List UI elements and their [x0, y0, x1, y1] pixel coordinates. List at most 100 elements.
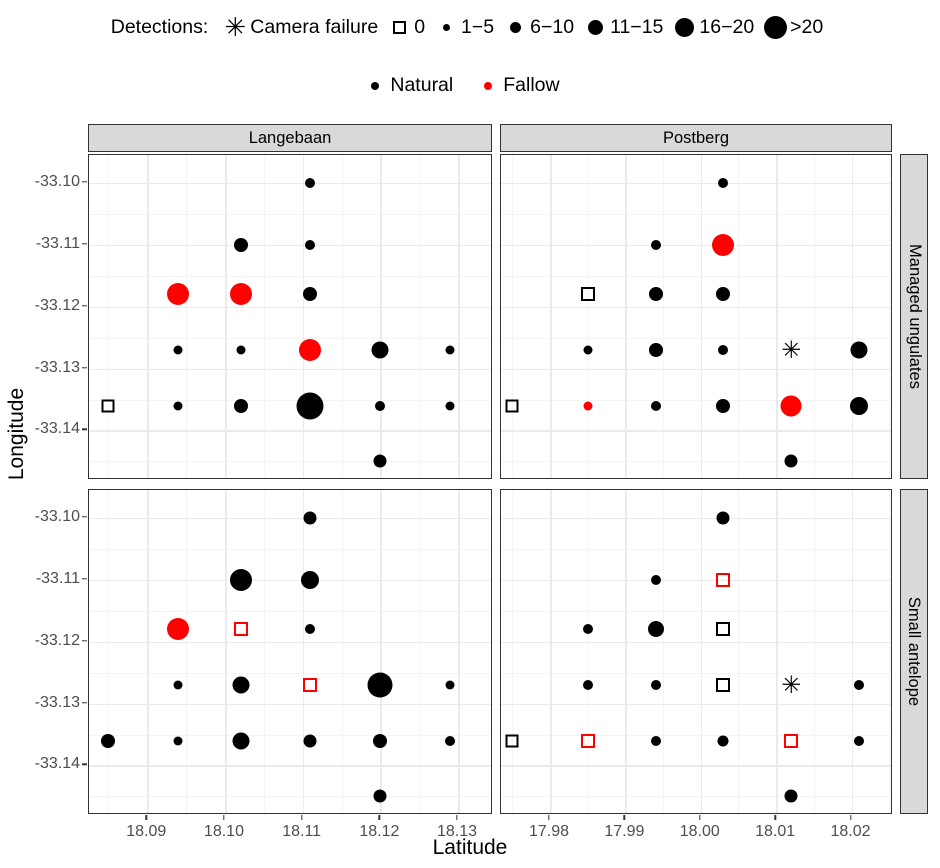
gridline-minor-horizontal [89, 337, 491, 339]
data-point-zero-square [505, 399, 519, 413]
gridline-minor-horizontal [89, 275, 491, 277]
data-point-circle [650, 680, 661, 690]
x-tick-label: 18.12 [359, 823, 400, 840]
gridline-major-horizontal [501, 306, 891, 309]
x-tick-label: 18.02 [830, 823, 871, 840]
x-tick-label: 18.09 [126, 823, 167, 840]
legend-size-item: 0 [384, 16, 431, 39]
data-point-circle [716, 398, 731, 413]
gridline-minor-horizontal [89, 610, 491, 612]
gridline-minor-horizontal [501, 610, 891, 612]
detections-dot-icon [500, 22, 530, 33]
gridline-minor-horizontal [89, 399, 491, 401]
gridline-major-horizontal [501, 182, 891, 185]
gridline-minor-horizontal [89, 734, 491, 736]
detections-dot-icon [431, 24, 461, 31]
data-point-circle [229, 568, 252, 591]
y-tick-label: -33.11 [35, 569, 80, 587]
gridline-minor-horizontal [89, 548, 491, 550]
gridline-major-horizontal [501, 244, 891, 247]
y-tick-mark [82, 243, 87, 245]
data-point-circle [716, 511, 730, 525]
gridline-major-horizontal [501, 368, 891, 371]
x-tick-mark [145, 815, 147, 820]
data-point-zero-square [233, 622, 248, 637]
gridline-minor-horizontal [501, 796, 891, 798]
x-tick-label: 17.98 [528, 823, 570, 840]
data-point-circle [375, 400, 386, 411]
data-point-circle [784, 454, 798, 468]
x-tick-mark [849, 815, 852, 820]
gridline-major-horizontal [501, 430, 891, 433]
gridline-major-horizontal [89, 703, 491, 706]
data-point-circle [445, 680, 455, 690]
species-origin-legend: Natural Fallow [0, 74, 940, 97]
panel-postberg-1: ✳ [500, 489, 892, 814]
detections-dot-icon [760, 16, 790, 39]
data-point-zero-square [716, 572, 731, 587]
data-point-circle [173, 680, 183, 690]
legend-size-item: >20 [760, 16, 829, 39]
data-point-zero-square [505, 734, 519, 748]
data-point-circle [850, 341, 868, 359]
data-point-circle [583, 345, 593, 355]
data-point-circle [101, 733, 116, 748]
gridline-minor-horizontal [89, 796, 491, 798]
data-point-circle [650, 574, 661, 585]
gridline-minor-horizontal [501, 734, 891, 736]
x-tick-label: 17.99 [604, 823, 645, 840]
data-point-circle [445, 345, 455, 355]
y-tick-mark [82, 639, 87, 642]
gridline-major-horizontal [501, 765, 891, 768]
data-point-circle [232, 732, 249, 750]
data-point-circle [173, 401, 183, 411]
legend-size-label: 0 [414, 16, 426, 38]
gridline-major-horizontal [89, 306, 491, 309]
data-point-circle [854, 680, 865, 690]
legend-size-label: Camera failure [250, 16, 379, 38]
legend-size-item: 11−15 [580, 16, 669, 39]
legend-size-items: ✳ Camera failure 0 1−5 6−10 11−15 16−20 >20 [220, 15, 829, 41]
x-tick-mark [378, 815, 381, 820]
zero-detections-square-icon [384, 21, 414, 34]
detections-dot-icon [580, 20, 610, 35]
x-tick-mark [223, 815, 225, 820]
gridline-minor-horizontal [501, 672, 891, 674]
gridline-major-horizontal [89, 244, 491, 247]
data-point-circle [648, 343, 663, 357]
data-point-circle [445, 401, 455, 411]
facet-col-strip-postberg: Postberg [500, 124, 892, 152]
x-tick-label: 18.01 [755, 823, 796, 840]
gridline-major-horizontal [501, 517, 891, 520]
data-point-camera-failure-star: ✳ [781, 671, 802, 699]
y-tick-mark [82, 578, 87, 580]
data-point-circle [650, 239, 661, 250]
legend-size-label: 6−10 [530, 16, 575, 38]
legend-title: Detections: [110, 16, 209, 38]
gridline-minor-horizontal [501, 275, 891, 277]
data-point-circle [850, 396, 869, 415]
data-point-zero-square [716, 678, 731, 692]
gridline-major-horizontal [89, 765, 491, 768]
data-point-circle [229, 283, 252, 306]
x-tick-mark [300, 815, 303, 820]
legend-color-item: Natural [360, 74, 459, 97]
gridline-minor-horizontal [89, 461, 491, 463]
y-tick-label: -33.12 [34, 631, 80, 649]
panel-langebaan-0 [88, 154, 492, 479]
gridline-major-horizontal [501, 641, 891, 644]
data-point-circle [716, 287, 731, 302]
gridline-minor-horizontal [501, 461, 891, 463]
data-point-circle [305, 624, 316, 635]
gridline-minor-horizontal [501, 337, 891, 339]
legend-size-item: 16−20 [669, 16, 760, 39]
data-point-circle [784, 789, 798, 803]
facet-scatter-plot: Detections: ✳ Camera failure 0 1−5 6−10 11−15… [0, 0, 940, 868]
panel-langebaan-1 [88, 489, 492, 814]
data-point-circle [718, 345, 729, 355]
data-point-circle [303, 287, 318, 302]
data-point-circle [167, 283, 190, 306]
y-tick-label: -33.14 [34, 755, 80, 773]
gridline-minor-horizontal [501, 399, 891, 401]
data-point-zero-square [784, 733, 799, 748]
